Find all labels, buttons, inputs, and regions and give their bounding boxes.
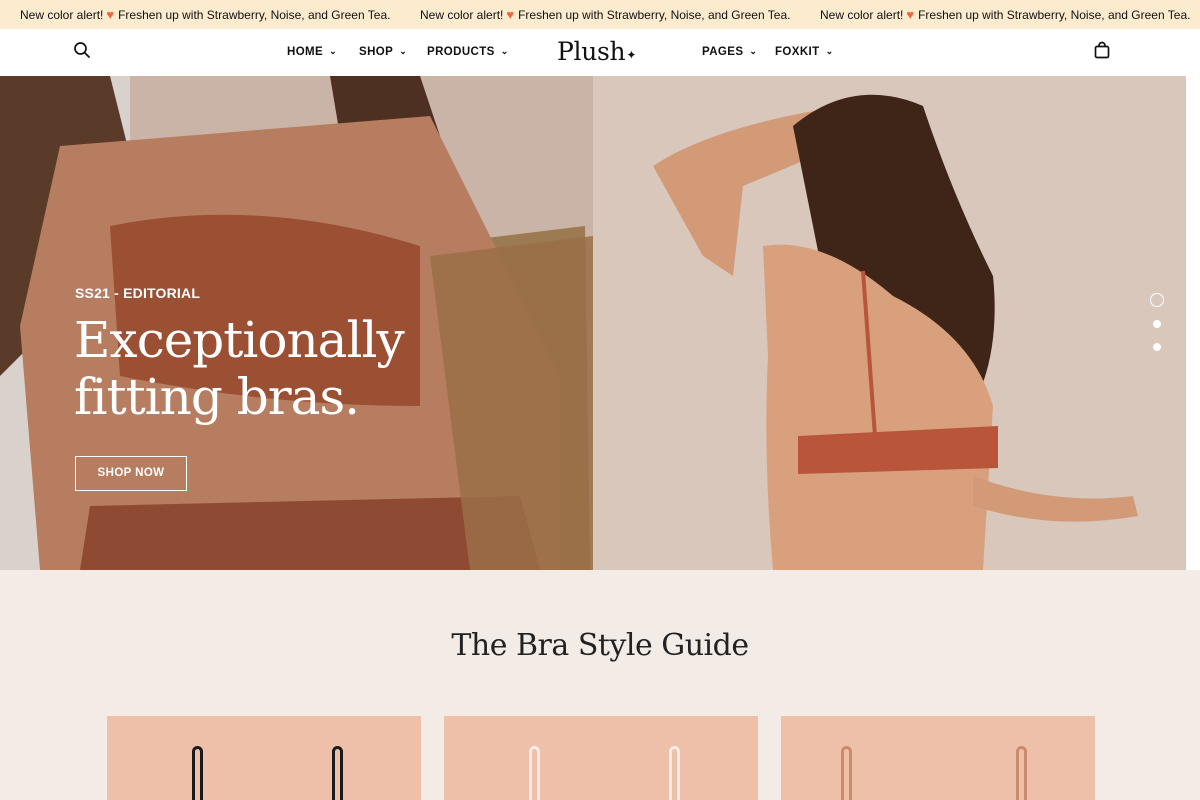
hero-image-left: SS21 - EDITORIAL Exceptionally fitting b… <box>0 76 593 570</box>
style-card[interactable] <box>781 716 1095 800</box>
announcement-lead: New color alert! <box>820 8 904 22</box>
nav-foxkit[interactable]: FOXKIT ⌄ <box>775 29 834 76</box>
nav-label: HOME <box>287 46 324 58</box>
announcement-lead: New color alert! <box>20 8 104 22</box>
style-card[interactable] <box>107 716 421 800</box>
bra-strap <box>529 746 540 800</box>
announcement-lead: New color alert! <box>420 8 504 22</box>
section-title: The Bra Style Guide <box>451 628 749 663</box>
shopping-bag-icon[interactable] <box>1093 41 1115 63</box>
announcement-text: Freshen up with Strawberry, Noise, and G… <box>118 8 391 22</box>
hero-image-right <box>593 76 1200 570</box>
nav-products[interactable]: PRODUCTS ⌄ <box>427 29 509 76</box>
site-header: HOME ⌄ SHOP ⌄ PRODUCTS ⌄ Plush✦ PAGES ⌄ FOXK… <box>0 29 1200 76</box>
announcement-text: Freshen up with Strawberry, Noise, and G… <box>518 8 791 22</box>
model-photo-right <box>593 76 1200 570</box>
site-logo[interactable]: Plush✦ <box>557 29 636 76</box>
hero-slider: SS21 - EDITORIAL Exceptionally fitting b… <box>0 76 1200 570</box>
sparkle-icon: ✦ <box>626 48 637 62</box>
announcement-text: Freshen up with Strawberry, Noise, and G… <box>918 8 1191 22</box>
announcement-item: New color alert! ♥ Freshen up with Strawbe… <box>20 0 390 29</box>
heart-icon: ♥ <box>106 7 115 22</box>
bra-strap <box>192 746 203 800</box>
search-icon[interactable] <box>73 41 95 63</box>
bra-strap <box>1016 746 1027 800</box>
nav-home[interactable]: HOME ⌄ <box>287 29 337 76</box>
heart-icon: ♥ <box>906 7 915 22</box>
nav-label: PAGES <box>702 46 744 58</box>
slide-dot-3[interactable] <box>1153 343 1161 351</box>
bra-strap <box>332 746 343 800</box>
chevron-down-icon: ⌄ <box>749 46 758 56</box>
announcement-bar: New color alert! ♥ Freshen up with Strawbe… <box>0 0 1200 29</box>
shop-now-button[interactable]: SHOP NOW <box>75 456 187 491</box>
nav-label: PRODUCTS <box>427 46 495 58</box>
nav-shop[interactable]: SHOP ⌄ <box>359 29 407 76</box>
heart-icon: ♥ <box>506 7 515 22</box>
bra-strap <box>669 746 680 800</box>
slide-dot-1[interactable] <box>1150 293 1164 307</box>
logo-text: Plush <box>557 37 626 66</box>
nav-pages[interactable]: PAGES ⌄ <box>702 29 757 76</box>
chevron-down-icon: ⌄ <box>825 46 834 56</box>
bra-strap <box>841 746 852 800</box>
hero-title: Exceptionally fitting bras. <box>74 311 405 426</box>
hero-eyebrow: SS21 - EDITORIAL <box>75 285 201 301</box>
slide-dot-2[interactable] <box>1153 320 1161 328</box>
style-card[interactable] <box>444 716 758 800</box>
chevron-down-icon: ⌄ <box>500 46 509 56</box>
nav-label: FOXKIT <box>775 46 820 58</box>
chevron-down-icon: ⌄ <box>399 46 408 56</box>
nav-label: SHOP <box>359 46 394 58</box>
announcement-item: New color alert! ♥ Freshen up with Strawbe… <box>420 0 790 29</box>
chevron-down-icon: ⌄ <box>329 46 338 56</box>
page-edge <box>1186 76 1200 570</box>
announcement-item: New color alert! ♥ Freshen up with Strawbe… <box>820 0 1190 29</box>
